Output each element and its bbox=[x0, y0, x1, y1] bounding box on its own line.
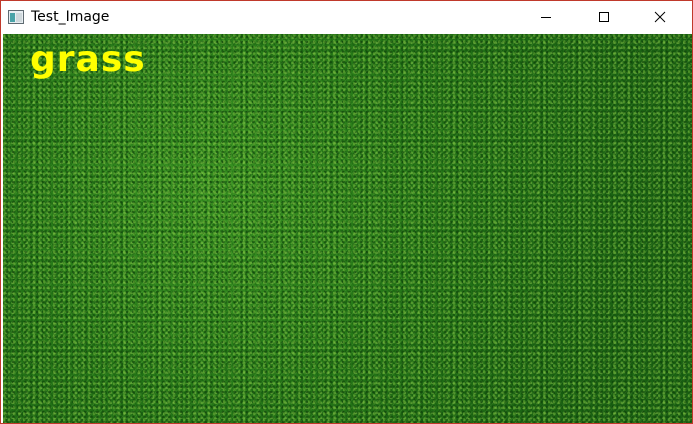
image-canvas: grass bbox=[3, 34, 692, 423]
app-window: Test_Image grass bbox=[0, 0, 693, 424]
grass-texture-overlay bbox=[3, 34, 692, 423]
app-window-icon bbox=[8, 9, 24, 25]
maximize-icon bbox=[598, 11, 610, 23]
maximize-button[interactable] bbox=[581, 1, 627, 33]
image-label: grass bbox=[30, 39, 146, 80]
window-title: Test_Image bbox=[31, 9, 110, 25]
minimize-button[interactable] bbox=[523, 1, 569, 33]
close-button[interactable] bbox=[637, 1, 683, 33]
title-bar[interactable]: Test_Image bbox=[1, 1, 692, 33]
close-icon bbox=[654, 11, 666, 23]
minimize-icon bbox=[540, 11, 552, 23]
